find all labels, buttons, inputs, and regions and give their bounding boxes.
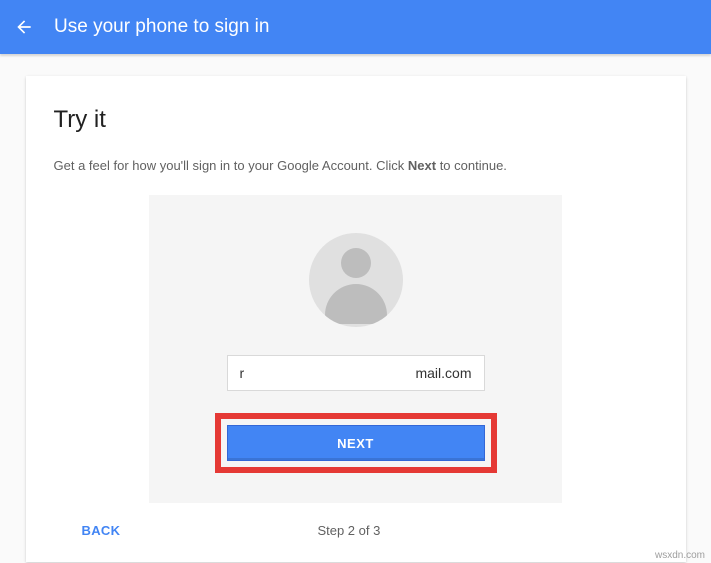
header-title: Use your phone to sign in	[54, 16, 269, 38]
avatar-icon	[309, 233, 403, 327]
subtitle-prefix: Get a feel for how you'll sign in to you…	[54, 158, 408, 173]
next-button[interactable]: NEXT	[227, 425, 485, 461]
step-indicator: Step 2 of 3	[317, 523, 380, 538]
watermark: wsxdn.com	[655, 550, 705, 561]
main-card: Try it Get a feel for how you'll sign in…	[26, 76, 686, 562]
back-button[interactable]: BACK	[82, 523, 121, 538]
next-button-label: NEXT	[337, 436, 374, 451]
email-value-left: r	[240, 365, 245, 381]
card-subtitle: Get a feel for how you'll sign in to you…	[54, 158, 658, 173]
next-button-highlight-box: NEXT	[215, 413, 497, 473]
signin-preview-panel: r mail.com NEXT	[149, 195, 562, 503]
subtitle-bold: Next	[408, 158, 436, 173]
email-value-right: mail.com	[415, 365, 471, 381]
card-title: Try it	[54, 106, 658, 134]
email-field[interactable]: r mail.com	[227, 355, 485, 391]
subtitle-suffix: to continue.	[436, 158, 507, 173]
footer-row: BACK Step 2 of 3	[54, 523, 658, 538]
back-arrow-icon[interactable]	[14, 17, 34, 37]
app-header: Use your phone to sign in	[0, 0, 711, 54]
